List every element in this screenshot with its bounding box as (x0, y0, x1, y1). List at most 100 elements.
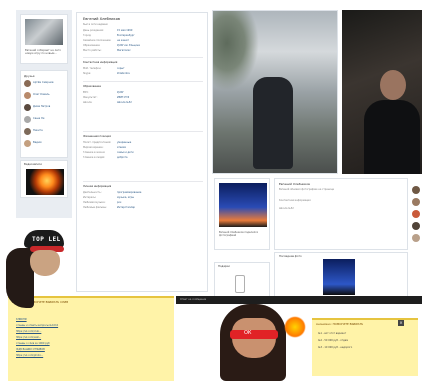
profile-photo-main[interactable] (212, 10, 338, 174)
wall-post: Евгений Хлебников Евгений обновил фотогр… (274, 178, 408, 250)
info-row: Семейное положение: не женат (83, 39, 203, 43)
info-value[interactable]: атеизм (117, 146, 126, 149)
profile-photo-secondary[interactable] (342, 10, 422, 174)
friend-avatar[interactable] (24, 104, 31, 111)
info-value[interactable]: khlebnikov (117, 72, 130, 75)
friend-item[interactable]: Саша Ли (24, 116, 66, 125)
info-row: Образование: УрФУ им. Ельцина (83, 44, 203, 48)
friend-name[interactable]: Никита (33, 129, 43, 132)
info-key: День рождения: (83, 29, 104, 32)
cap-text: TOP LEL (32, 236, 61, 243)
chat-panel-left: Анонимно: ПОМОГИТЕ ВЫБРАТЬ СЛИВ КЛИКНИ о… (8, 296, 174, 381)
friend-item[interactable]: Вадим (24, 140, 66, 149)
info-value[interactable]: УрФУ им. Ельцина (117, 44, 140, 47)
friend-item[interactable]: Артём Смирнов (24, 80, 66, 89)
friend-item[interactable]: Дима Петров (24, 104, 66, 113)
photo-person-body (364, 100, 420, 174)
friend-avatar[interactable] (24, 116, 31, 123)
info-key: Любимая музыка: (83, 201, 106, 204)
recent-photo[interactable] (323, 259, 355, 295)
info-key: Главное в людях: (83, 156, 106, 159)
chat-panel-right: Анонимно: ПОМОГИТЕ ВЫБРАТЬ №1 - вот этот… (312, 318, 418, 376)
photo-tree (213, 11, 259, 91)
info-value[interactable]: программирование (117, 191, 141, 194)
info-key: Любимые фильмы: (83, 206, 107, 209)
info-value[interactable]: доброта (117, 156, 127, 159)
side-avatar[interactable] (412, 222, 420, 230)
avatar[interactable] (25, 19, 63, 45)
info-value[interactable]: 15 мая 1999 (117, 29, 132, 32)
friend-item[interactable]: Олег Коваль (24, 92, 66, 101)
chat-link[interactable]: ЖДУ ВАШИХ ОТЗЫВОВ (16, 348, 156, 351)
friend-avatar[interactable] (24, 128, 31, 135)
post-author[interactable]: Евгений Хлебников (279, 182, 310, 186)
info-row: Деятельность: программирование (83, 191, 203, 195)
video-block: Видеозаписи (20, 160, 68, 198)
info-row: Любимая музыка: рок (83, 201, 203, 205)
info-value[interactable]: музыка, игры (117, 196, 134, 199)
avatar-card[interactable]: Евгений собирает на лето новую игру по н… (20, 14, 68, 64)
info-value[interactable]: Школа №52 (117, 101, 132, 104)
info-value[interactable]: умеренные (117, 141, 131, 144)
info-value[interactable]: УрФУ (117, 91, 124, 94)
video-header[interactable]: Видеозаписи (24, 163, 42, 166)
chat-link[interactable]: КЛИКНИ (16, 318, 156, 321)
info-key: Полит. предпочтения: (83, 141, 112, 144)
info-row: Факультет: ИРИТ-РтФ (83, 96, 203, 100)
divider (83, 57, 203, 58)
info-value[interactable]: Интерстеллар (117, 206, 135, 209)
info-value[interactable]: не женат (117, 39, 129, 42)
profile-name: Евгений Хлебников (83, 17, 121, 21)
gifts-block: Подарки (214, 262, 270, 300)
close-icon[interactable]: × (398, 320, 404, 326)
friends-header[interactable]: Друзья (24, 74, 34, 78)
side-avatar[interactable] (412, 210, 420, 218)
anime-character-cap: TOP LEL (0, 218, 80, 308)
wall-photo-card[interactable]: Евгений Хлебников поделился фотографией (214, 178, 270, 250)
sunset-photo[interactable] (219, 183, 267, 227)
info-value[interactable]: Мегаполис (117, 49, 131, 52)
friend-name[interactable]: Артём Смирнов (33, 81, 53, 84)
gift-icon[interactable] (235, 275, 245, 293)
friend-name[interactable]: Саша Ли (33, 117, 44, 120)
info-row: был в сети недавно (83, 23, 203, 27)
section-contacts: Контактная информация (83, 61, 118, 64)
avatar-caption: Евгений собирает на лето новую игру по н… (25, 49, 61, 55)
friend-name[interactable]: Дима Петров (33, 105, 50, 108)
wall-photo-caption: Евгений Хлебников поделился фотографией (219, 231, 258, 237)
section-life: Жизненная позиция (83, 135, 111, 138)
info-value[interactable]: семья и дети (117, 151, 134, 154)
info-key: Семейное положение: (83, 39, 112, 42)
divider (83, 81, 203, 82)
info-value[interactable]: Екатеринбург (117, 34, 135, 37)
chat-head: Анонимно: ПОМОГИТЕ ВЫБРАТЬ (316, 322, 364, 326)
friend-name[interactable]: Олег Коваль (33, 93, 50, 96)
chat-link[interactable]: https://vk.com/photo... (16, 354, 156, 357)
side-avatar[interactable] (412, 186, 420, 194)
gifts-header[interactable]: Подарки (218, 265, 230, 268)
friend-name[interactable]: Вадим (33, 141, 42, 144)
info-value[interactable]: ИРИТ-РтФ (117, 96, 129, 99)
info-key: Место работы: (83, 49, 102, 52)
friend-avatar[interactable] (24, 80, 31, 87)
friend-item[interactable]: Никита (24, 128, 66, 137)
info-key: Главное в жизни: (83, 151, 106, 154)
chat-link[interactable]: https://vk.com/club... (16, 330, 156, 333)
info-value[interactable]: скрыт (117, 67, 125, 70)
video-thumbnail[interactable] (26, 169, 64, 195)
info-row: Полит. предпочтения: умеренные (83, 141, 203, 145)
chat-link[interactable]: https://vk.com/wall... (16, 336, 156, 339)
info-row: Skype: khlebnikov (83, 72, 203, 76)
friend-avatar[interactable] (24, 92, 31, 99)
friend-avatar[interactable] (24, 140, 31, 147)
chat-line: №2 - 50 000 руб - отдам (318, 339, 349, 342)
side-avatar[interactable] (412, 198, 420, 206)
chat-link[interactable]: отзывы о слив за 1000 руб (16, 342, 156, 345)
info-row: Мировоззрение: атеизм (83, 146, 203, 150)
chat-link[interactable]: отзывы и ответы вопросы №1010 (16, 324, 156, 327)
post-text: Евгений обновил фотографию на странице (279, 188, 334, 191)
flare-glow (284, 316, 306, 338)
recent-photos-header[interactable]: Последние фото (279, 255, 302, 258)
side-avatar[interactable] (412, 234, 420, 242)
info-value[interactable]: рок (117, 201, 121, 204)
